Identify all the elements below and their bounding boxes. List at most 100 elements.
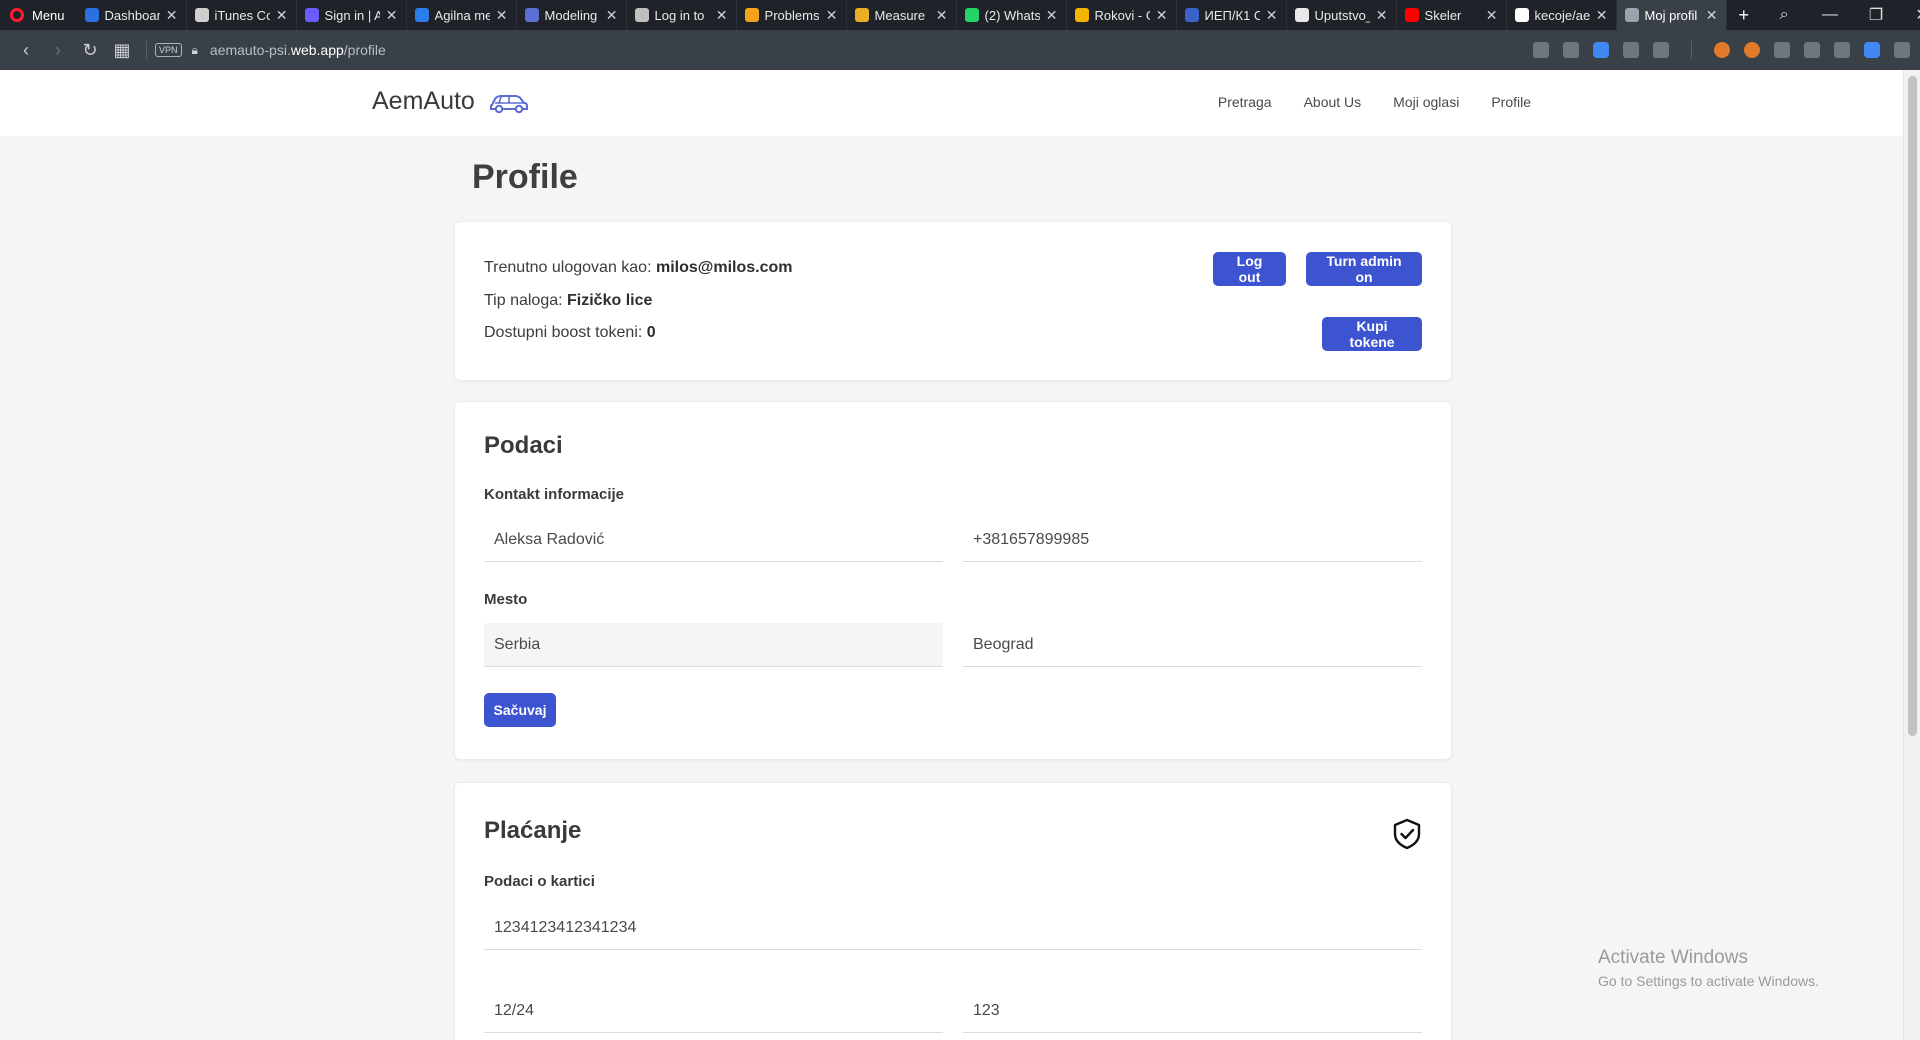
buy-tokens-button[interactable]: Kupi tokene: [1322, 317, 1422, 351]
metamask-fox-icon[interactable]: [1744, 42, 1760, 58]
close-window-icon[interactable]: ✕: [1899, 5, 1920, 25]
tab-favicon-icon: [194, 8, 209, 22]
logged-in-label: Trenutno ulogovan kao:: [484, 259, 656, 276]
browser-tab[interactable]: (2) Whats ✕: [957, 0, 1067, 30]
tab-close-icon[interactable]: ✕: [606, 7, 618, 24]
url-domain: web.app: [290, 42, 344, 58]
tab-close-icon[interactable]: ✕: [1486, 7, 1498, 24]
tab-close-icon[interactable]: ✕: [1156, 7, 1168, 24]
browser-search-icon[interactable]: ⌕: [1761, 6, 1807, 24]
tab-favicon-icon: [1074, 8, 1089, 22]
send-icon[interactable]: [1623, 42, 1639, 58]
share-icon[interactable]: [1533, 42, 1549, 58]
profile-k-icon[interactable]: [1774, 42, 1790, 58]
minimize-window-icon[interactable]: —: [1807, 6, 1853, 24]
tab-close-icon[interactable]: ✕: [496, 7, 508, 24]
back-icon[interactable]: ‹: [10, 40, 42, 61]
tab-title: ИЕП/К1 С: [1204, 7, 1260, 23]
account-type-value: Fizičko lice: [567, 292, 653, 309]
speed-dial-icon[interactable]: ▦: [106, 40, 138, 61]
browser-tab[interactable]: Problems ✕: [737, 0, 847, 30]
nav-link-about-us[interactable]: About Us: [1304, 94, 1362, 110]
tab-title: (2) Whats: [984, 7, 1040, 23]
window-controls: ⌕ — ❐ ✕: [1761, 5, 1920, 25]
new-tab-button[interactable]: +: [1727, 5, 1762, 26]
tab-favicon-icon: [964, 8, 979, 22]
phone-field[interactable]: +381657899985: [963, 518, 1422, 562]
browser-tab[interactable]: iTunes Co ✕: [187, 0, 297, 30]
tab-favicon-icon: [414, 8, 429, 22]
snapshot-icon[interactable]: [1563, 42, 1579, 58]
cube-icon[interactable]: [1834, 42, 1850, 58]
site-navbar: AemAuto Pretraga About Us Moji oglasi Pr…: [0, 70, 1903, 136]
nav-link-profile[interactable]: Profile: [1491, 94, 1531, 110]
browser-tab[interactable]: Uputstvo_ ✕: [1287, 0, 1397, 30]
heart-icon[interactable]: [1653, 42, 1669, 58]
podaci-title: Podaci: [484, 432, 563, 459]
logout-button[interactable]: Log out: [1213, 252, 1286, 286]
browser-tab[interactable]: Rokovi - G ✕: [1067, 0, 1177, 30]
turn-admin-on-button[interactable]: Turn admin on: [1306, 252, 1422, 286]
tab-close-icon[interactable]: ✕: [166, 7, 178, 24]
country-select[interactable]: Serbia: [484, 623, 943, 667]
card-number-field[interactable]: 1234123412341234: [484, 906, 1422, 950]
extension-owl-icon[interactable]: [1714, 42, 1730, 58]
page-scrollbar[interactable]: [1903, 70, 1920, 1040]
card-expiry-field[interactable]: 12/24: [484, 989, 943, 1033]
shield-check-icon: [1393, 818, 1421, 850]
browser-tab[interactable]: ИЕП/К1 С ✕: [1177, 0, 1287, 30]
browser-tabs: Dashboard✕iTunes Co✕Sign in | A✕Agilna m…: [77, 0, 1727, 30]
url-prefix: aemauto-psi.: [209, 42, 291, 58]
account-card: Trenutno ulogovan kao: milos@milos.com T…: [454, 221, 1452, 381]
browser-tab[interactable]: Log in to ✕: [627, 0, 737, 30]
user-email: milos@milos.com: [655, 259, 793, 276]
tab-close-icon[interactable]: ✕: [826, 7, 838, 24]
browser-tab[interactable]: Skeler ✕: [1397, 0, 1507, 30]
browser-tab[interactable]: Moj profil ✕: [1616, 0, 1727, 30]
browser-tab[interactable]: kecoje/ae ✕: [1507, 0, 1617, 30]
browser-menu-label: Menu: [32, 7, 65, 23]
tab-close-icon[interactable]: ✕: [1376, 7, 1388, 24]
easy-setup-icon[interactable]: [1894, 42, 1910, 58]
download-icon[interactable]: [1864, 42, 1880, 58]
browser-tab[interactable]: Dashboard ✕: [77, 0, 187, 30]
scrollbar-thumb[interactable]: [1908, 76, 1917, 736]
browser-tab[interactable]: Modeling ✕: [517, 0, 627, 30]
forward-icon[interactable]: ›: [42, 40, 74, 61]
tab-close-icon[interactable]: ✕: [1706, 7, 1718, 24]
restore-window-icon[interactable]: ❐: [1853, 5, 1899, 25]
brand-name: AemAuto: [372, 87, 475, 115]
tab-close-icon[interactable]: ✕: [1046, 7, 1058, 24]
tab-favicon-icon: [1294, 8, 1309, 22]
browser-tab[interactable]: Agilna me ✕: [407, 0, 517, 30]
lock-icon[interactable]: 🔒︎: [192, 43, 198, 58]
browser-menu-button[interactable]: Menu: [0, 0, 77, 30]
reload-icon[interactable]: ↻: [74, 40, 106, 61]
brand-logo[interactable]: AemAuto: [372, 87, 529, 116]
tab-close-icon[interactable]: ✕: [716, 7, 728, 24]
save-button[interactable]: Sačuvaj: [484, 693, 556, 727]
browser-tab[interactable]: Sign in | A ✕: [297, 0, 407, 30]
contact-info-label: Kontakt informacije: [484, 486, 625, 503]
name-field[interactable]: Aleksa Radović: [484, 518, 943, 562]
tab-close-icon[interactable]: ✕: [1266, 7, 1278, 24]
card-cvv-field[interactable]: 123: [963, 989, 1422, 1033]
tab-close-icon[interactable]: ✕: [386, 7, 398, 24]
tab-close-icon[interactable]: ✕: [1596, 7, 1608, 24]
browser-tab[interactable]: Measure ✕: [847, 0, 957, 30]
tab-close-icon[interactable]: ✕: [276, 7, 288, 24]
vpn-badge[interactable]: VPN: [155, 43, 182, 57]
nav-link-moji-oglasi[interactable]: Moji oglasi: [1393, 94, 1459, 110]
tab-favicon-icon: [634, 8, 649, 22]
adblock-shield-icon[interactable]: [1593, 42, 1609, 58]
url-field[interactable]: aemauto-psi.web.app/profile: [210, 42, 386, 58]
city-field[interactable]: Beograd: [963, 623, 1422, 667]
watermark-line-2: Go to Settings to activate Windows.: [1598, 973, 1819, 989]
tab-close-icon[interactable]: ✕: [936, 7, 948, 24]
placanje-title: Plaćanje: [484, 817, 582, 844]
extension-icon[interactable]: [1804, 42, 1820, 58]
tokens-label: Dostupni boost tokeni:: [484, 324, 647, 341]
tab-favicon-icon: [744, 8, 759, 22]
watermark-line-1: Activate Windows: [1598, 947, 1748, 968]
nav-link-pretraga[interactable]: Pretraga: [1218, 94, 1272, 110]
